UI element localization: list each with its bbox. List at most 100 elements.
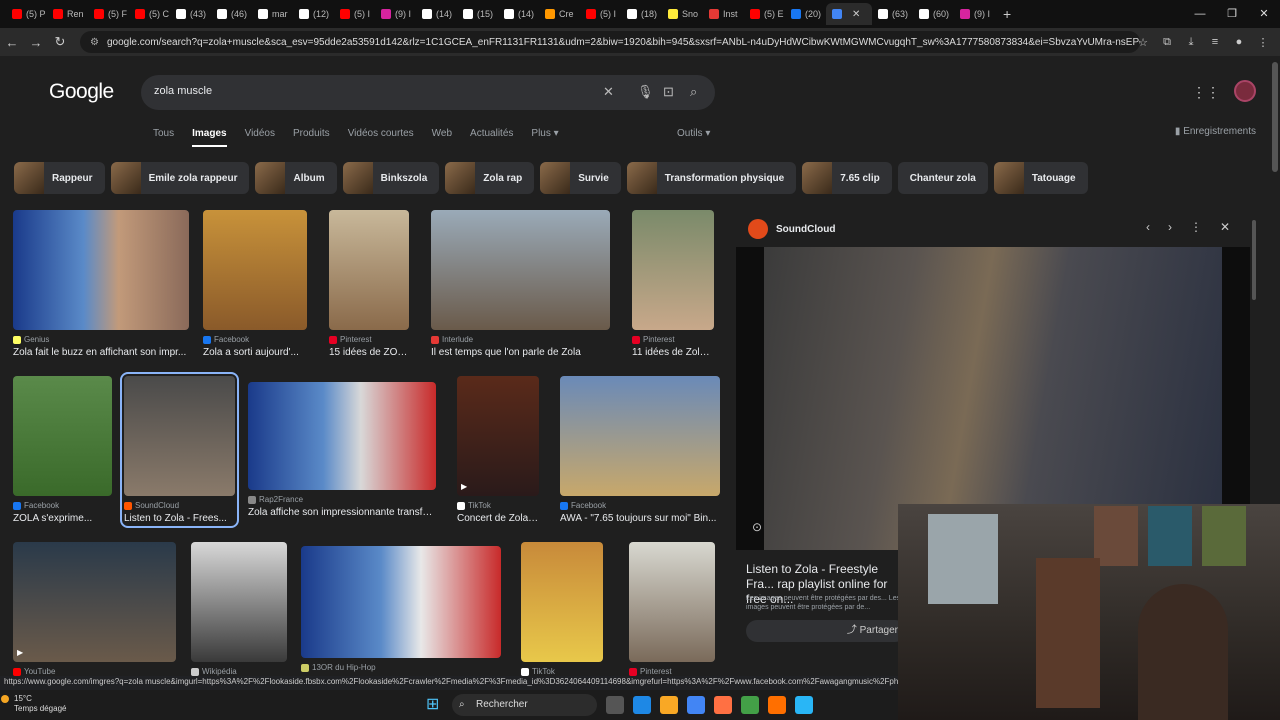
profile-icon[interactable]: ● <box>1230 36 1248 48</box>
browser-tab[interactable]: (20) <box>785 3 826 25</box>
browser-tab[interactable]: (9) I <box>375 3 416 25</box>
app-icon[interactable] <box>741 696 759 714</box>
result-source[interactable]: Facebook <box>13 501 112 510</box>
search-icon[interactable]: ⌕ <box>690 84 697 100</box>
related-chip[interactable]: Rappeur <box>14 162 105 194</box>
result-caption[interactable]: 11 idées de Zola | r... <box>632 347 714 358</box>
related-chip[interactable]: Album <box>255 162 337 194</box>
tab-produits[interactable]: Produits <box>293 128 330 147</box>
browser-tab[interactable]: (63) <box>872 3 913 25</box>
tab-actualit-s[interactable]: Actualités <box>470 128 513 147</box>
result-thumbnail[interactable] <box>431 210 610 330</box>
image-result[interactable]: Facebook AWA - "7.65 toujours sur moi" Bi… <box>560 376 720 524</box>
browser-tab[interactable]: (15) <box>457 3 498 25</box>
mic-icon[interactable]: 🎙 <box>637 84 654 100</box>
reload-icon[interactable]: ↻ <box>48 34 72 50</box>
taskbar-search[interactable]: ⌕ Rechercher <box>452 694 597 716</box>
back-icon[interactable]: ← <box>0 35 24 50</box>
browser-tab[interactable]: (5) C <box>129 3 170 25</box>
next-icon[interactable]: › <box>1168 220 1172 234</box>
result-thumbnail[interactable] <box>203 210 307 330</box>
prev-icon[interactable]: ‹ <box>1146 220 1150 234</box>
tab-plus-[interactable]: Plus ▾ <box>531 128 558 147</box>
browser-tab[interactable]: (14) <box>416 3 457 25</box>
browser-tab[interactable]: Sno <box>662 3 703 25</box>
app-icon[interactable] <box>795 696 813 714</box>
windows-start-icon[interactable]: ⊞ <box>426 697 442 713</box>
related-chip[interactable]: Zola rap <box>445 162 535 194</box>
browser-tab[interactable]: (5) F <box>88 3 129 25</box>
result-thumbnail[interactable] <box>124 376 235 496</box>
tab-vid-os-courtes[interactable]: Vidéos courtes <box>348 128 414 147</box>
image-result[interactable]: TikTok <box>521 542 603 676</box>
image-result[interactable]: Pinterest 15 idées de ZOLA ... <box>329 210 409 358</box>
result-thumbnail[interactable] <box>301 546 501 658</box>
lens-icon[interactable]: ⊡ <box>663 84 674 100</box>
result-source[interactable]: SoundCloud <box>124 501 235 510</box>
browser-tab[interactable]: (43) <box>170 3 211 25</box>
browser-tab[interactable]: mar <box>252 3 293 25</box>
result-source[interactable]: Pinterest <box>329 335 409 344</box>
result-source[interactable]: 13OR du Hip-Hop <box>301 663 501 672</box>
image-result[interactable]: Genius Zola fait le buzz en affichant son… <box>13 210 189 358</box>
related-chip[interactable]: Survie <box>540 162 621 194</box>
search-box[interactable]: zola muscle ✕ 🎙 ⊡ ⌕ <box>141 75 715 110</box>
result-thumbnail[interactable] <box>248 382 436 490</box>
result-source[interactable]: Pinterest <box>632 335 714 344</box>
image-result[interactable]: 13OR du Hip-Hop <box>301 546 501 672</box>
browser-tab[interactable]: Cre <box>539 3 580 25</box>
result-thumbnail[interactable] <box>521 542 603 662</box>
related-chip[interactable]: Binkszola <box>342 162 440 194</box>
image-result[interactable]: Pinterest <box>629 542 715 676</box>
related-chip[interactable]: Tatouage <box>993 162 1088 194</box>
browser-tab[interactable]: (14) <box>498 3 539 25</box>
browser-tab[interactable]: (5) I <box>580 3 621 25</box>
edge-icon[interactable] <box>633 696 651 714</box>
clear-search-icon[interactable]: ✕ <box>603 84 614 100</box>
result-caption[interactable]: Zola a sorti aujourd'... <box>203 347 307 358</box>
result-source[interactable]: Facebook <box>203 335 307 344</box>
image-result[interactable]: Pinterest 11 idées de Zola | r... <box>632 210 714 358</box>
result-source[interactable]: Wikipédia <box>191 667 287 676</box>
result-caption[interactable]: Concert de Zola à ... <box>457 513 539 524</box>
image-result[interactable]: Rap2France Zola affiche son impressionnan… <box>248 382 436 518</box>
panel-scrollbar[interactable] <box>1252 220 1256 300</box>
weather-widget[interactable]: 15°C Temps dégagé <box>14 694 66 714</box>
extensions-icon[interactable]: ⧉ <box>1158 36 1176 49</box>
forward-icon[interactable]: → <box>24 35 48 50</box>
google-logo[interactable]: Google <box>49 80 114 104</box>
result-source[interactable]: Genius <box>13 335 189 344</box>
related-chip[interactable]: 7.65 clip <box>802 162 892 194</box>
vlc-icon[interactable] <box>768 696 786 714</box>
result-thumbnail[interactable] <box>13 542 176 662</box>
result-thumbnail[interactable] <box>191 542 287 662</box>
bookmark-star-icon[interactable]: ☆ <box>1134 36 1152 49</box>
file-explorer-icon[interactable] <box>660 696 678 714</box>
download-icon[interactable]: ⤓ <box>1182 36 1200 49</box>
firefox-icon[interactable] <box>714 696 732 714</box>
related-chip[interactable]: Chanteur zola <box>897 162 988 194</box>
browser-tab[interactable]: ✕ <box>826 3 872 25</box>
browser-tab[interactable]: (12) <box>293 3 334 25</box>
url-field[interactable]: ⚙ google.com/search?q=zola+muscle&sca_es… <box>80 31 1140 53</box>
tab-web[interactable]: Web <box>432 128 452 147</box>
result-source[interactable]: Interlude <box>431 335 610 344</box>
result-caption[interactable]: Il est temps que l'on parle de Zola <box>431 347 610 358</box>
result-source[interactable]: TikTok <box>521 667 603 676</box>
task-view-icon[interactable] <box>606 696 624 714</box>
image-result[interactable]: Interlude Il est temps que l'on parle de … <box>431 210 610 358</box>
browser-tab[interactable]: (5) I <box>334 3 375 25</box>
result-caption[interactable]: ZOLA s'exprime... <box>13 513 112 524</box>
lens-search-icon[interactable]: ⊙ <box>752 520 762 534</box>
close-window-icon[interactable]: ✕ <box>1248 0 1280 28</box>
browser-tab[interactable]: Inst <box>703 3 744 25</box>
result-caption[interactable]: Zola affiche son impressionnante transfo… <box>248 507 436 518</box>
image-result[interactable]: ▶ TikTok Concert de Zola à ... <box>457 376 539 524</box>
browser-tab[interactable]: (5) P <box>6 3 47 25</box>
chrome-icon[interactable] <box>687 696 705 714</box>
result-thumbnail[interactable] <box>13 210 189 330</box>
result-source[interactable]: Facebook <box>560 501 720 510</box>
panel-source[interactable]: SoundCloud <box>776 224 835 235</box>
saved-button[interactable]: ▮ Enregistrements <box>1175 126 1256 137</box>
result-thumbnail[interactable] <box>457 376 539 496</box>
